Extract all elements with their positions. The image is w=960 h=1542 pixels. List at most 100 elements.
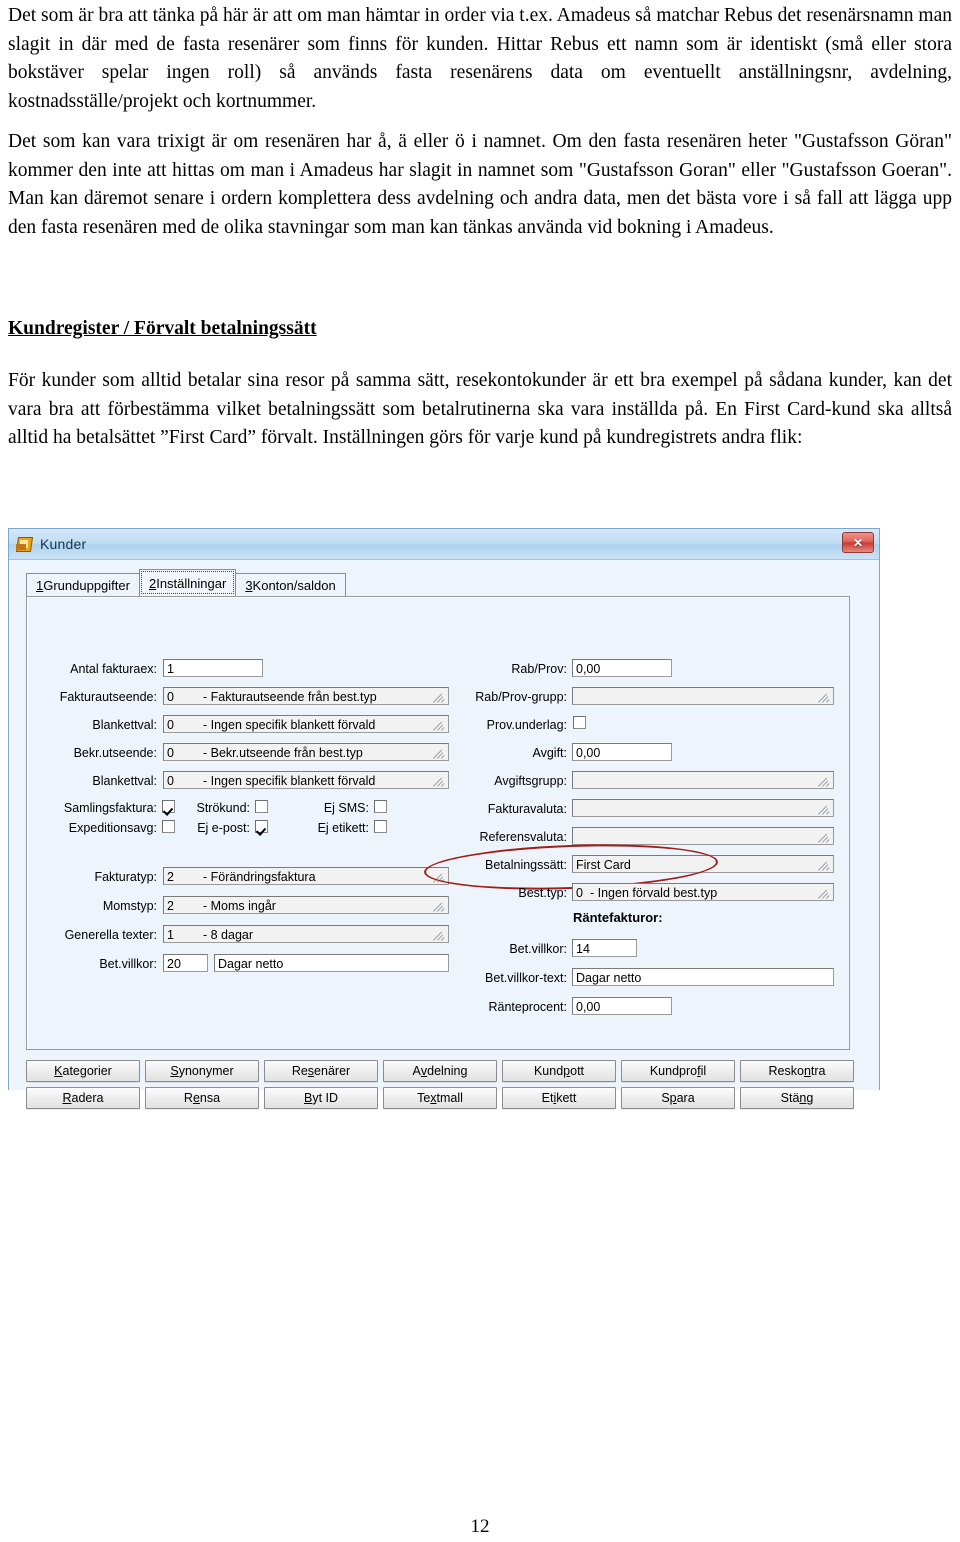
combo-text: - Ingen specifik blankett förvald bbox=[203, 718, 376, 732]
button-avdelning[interactable]: Av delning bbox=[383, 1060, 497, 1082]
button-kundprofil[interactable]: Kundpro f il bbox=[621, 1060, 735, 1082]
combo-betalningssatt[interactable]: First Card bbox=[572, 855, 834, 873]
tab-installningar[interactable]: 2 Inställningar bbox=[138, 569, 237, 596]
combo-code: 0 bbox=[576, 886, 583, 900]
dialog-body: 1 Grunduppgifter 2 Inställningar 3 Konto… bbox=[9, 560, 879, 1109]
btn-text: delning bbox=[427, 1064, 468, 1078]
application-icon bbox=[15, 535, 34, 553]
combo-momstyp[interactable]: 2 - Moms ingår bbox=[163, 896, 449, 914]
combo-bekr-utseende[interactable]: 0 - Bekr.utseende från best.typ bbox=[163, 743, 449, 761]
button-rensa[interactable]: Re nsa bbox=[145, 1087, 259, 1109]
label-strokund: Strökund: bbox=[196, 801, 250, 815]
button-resenarer[interactable]: Re s enärer bbox=[264, 1060, 378, 1082]
label-fakturavaluta: Fakturavaluta: bbox=[487, 802, 567, 816]
button-row-2: Radera Re nsa Byt ID Te x tmall Et i kett Spa… bbox=[26, 1087, 854, 1109]
combo-text: - Bekr.utseende från best.typ bbox=[203, 746, 363, 760]
dialog-title: Kunder bbox=[40, 536, 87, 552]
combo-fakturatyp[interactable]: 2 - Förändringsfaktura bbox=[163, 867, 449, 885]
label-ranta-bet-villkor-text: Bet.villkor-text: bbox=[485, 971, 567, 985]
btn-accel: e bbox=[192, 1091, 200, 1105]
combo-blankettval-2[interactable]: 0 - Ingen specifik blankett förvald bbox=[163, 771, 449, 789]
button-reskontra[interactable]: Resko n tra bbox=[740, 1060, 854, 1082]
checkbox-prov-underlag[interactable] bbox=[573, 716, 586, 729]
combo-best-typ[interactable]: 0 - Ingen förvald best.typ bbox=[572, 883, 834, 901]
combo-text: - Fakturautseende från best.typ bbox=[203, 690, 377, 704]
button-byt-id[interactable]: Byt ID bbox=[264, 1087, 378, 1109]
combo-code: 0 bbox=[167, 690, 174, 704]
input-ranta-bet-villkor[interactable]: 14 bbox=[572, 939, 637, 957]
tab-label: Grunduppgifter bbox=[43, 577, 130, 593]
checkbox-ej-epost[interactable] bbox=[255, 820, 268, 833]
checkbox-ej-etikett[interactable] bbox=[374, 820, 387, 833]
checkbox-strokund[interactable] bbox=[255, 800, 268, 813]
section-heading: Kundregister / Förvalt betalningssätt bbox=[8, 318, 317, 339]
combo-rab-prov-grupp[interactable] bbox=[572, 687, 834, 705]
combo-fakturautseende[interactable]: 0 - Fakturautseende från best.typ bbox=[163, 687, 449, 705]
btn-accel: K bbox=[54, 1064, 63, 1078]
btn-text: Et bbox=[541, 1091, 554, 1105]
combo-fakturavaluta[interactable] bbox=[572, 799, 834, 817]
checkbox-ej-sms[interactable] bbox=[374, 800, 387, 813]
label-best-typ: Best.typ: bbox=[518, 886, 567, 900]
paragraph-1: Det som är bra att tänka på här är att o… bbox=[8, 5, 952, 112]
input-bet-villkor-left[interactable]: 20 bbox=[163, 954, 208, 972]
btn-text: adera bbox=[71, 1091, 104, 1105]
button-synonymer[interactable]: Synonymer bbox=[145, 1060, 259, 1082]
label-prov-underlag: Prov.underlag: bbox=[486, 718, 567, 732]
button-kundpott[interactable]: Kund p ott bbox=[502, 1060, 616, 1082]
button-spara[interactable]: Sp ara bbox=[621, 1087, 735, 1109]
input-antal-fakturaex[interactable]: 1 bbox=[163, 659, 263, 677]
combo-text: - Ingen specifik blankett förvald bbox=[203, 774, 376, 788]
combo-blankettval-1[interactable]: 0 - Ingen specifik blankett förvald bbox=[163, 715, 449, 733]
combo-code: 0 bbox=[167, 774, 174, 788]
label-samlingsfaktura: Samlingsfaktura: bbox=[63, 801, 157, 815]
label-fakturautseende: Fakturautseende: bbox=[59, 690, 157, 704]
resize-grip-icon bbox=[433, 928, 446, 941]
tab-konton-saldon[interactable]: 3 Konton/saldon bbox=[235, 573, 346, 596]
tab-grunduppgifter[interactable]: 1 Grunduppgifter bbox=[26, 573, 140, 596]
button-stang[interactable]: Stä n g bbox=[740, 1087, 854, 1109]
button-radera[interactable]: Radera bbox=[26, 1087, 140, 1109]
btn-text: ynonymer bbox=[178, 1064, 234, 1078]
close-icon[interactable]: ✕ bbox=[842, 532, 874, 553]
page-number: 12 bbox=[470, 1516, 490, 1537]
resize-grip-icon bbox=[818, 858, 831, 871]
combo-code: 2 bbox=[167, 899, 174, 913]
input-ranteprocent[interactable]: 0,00 bbox=[572, 997, 672, 1015]
tab-label: Inställningar bbox=[156, 575, 227, 591]
label-rab-prov: Rab/Prov: bbox=[511, 662, 567, 676]
button-row-1: Kategorier Synonymer Re s enärer Av delning… bbox=[26, 1060, 854, 1082]
resize-grip-icon bbox=[818, 690, 831, 703]
button-kategorier[interactable]: Kategorier bbox=[26, 1060, 140, 1082]
input-avgift[interactable]: 0,00 bbox=[572, 743, 672, 761]
input-ranta-bet-villkor-text[interactable]: Dagar netto bbox=[572, 968, 834, 986]
combo-referensvaluta[interactable] bbox=[572, 827, 834, 845]
label-generella-texter: Generella texter: bbox=[64, 928, 157, 942]
btn-text: Resko bbox=[768, 1064, 804, 1078]
btn-text: R bbox=[183, 1091, 193, 1105]
btn-text: enärer bbox=[314, 1064, 351, 1078]
button-etikett[interactable]: Et i kett bbox=[502, 1087, 616, 1109]
btn-text: ott bbox=[570, 1064, 585, 1078]
combo-text: - Förändringsfaktura bbox=[203, 870, 316, 884]
label-expeditionsavg: Expeditionsavg: bbox=[68, 821, 157, 835]
tab-accelerator: 1 bbox=[36, 577, 44, 593]
input-rab-prov[interactable]: 0,00 bbox=[572, 659, 672, 677]
combo-text: - Ingen förvald best.typ bbox=[590, 886, 718, 900]
paragraph-2: Det som kan vara trixigt är om resenären… bbox=[8, 131, 952, 238]
combo-avgiftsgrupp[interactable] bbox=[572, 771, 834, 789]
resize-grip-icon bbox=[818, 830, 831, 843]
combo-code: 0 bbox=[167, 746, 174, 760]
combo-text: - Moms ingår bbox=[203, 899, 276, 913]
document-page: Det som är bra att tänka på här är att o… bbox=[0, 0, 960, 1542]
combo-generella-texter[interactable]: 1 - 8 dagar bbox=[163, 925, 449, 943]
resize-grip-icon bbox=[433, 899, 446, 912]
button-textmall[interactable]: Te x tmall bbox=[383, 1087, 497, 1109]
btn-accel: R bbox=[62, 1091, 72, 1105]
input-bet-villkor-text-left[interactable]: Dagar netto bbox=[214, 954, 449, 972]
tab-accelerator: 2 bbox=[148, 575, 157, 591]
label-betalningssatt: Betalningssätt: bbox=[485, 858, 567, 872]
btn-text: S bbox=[661, 1091, 670, 1105]
label-ej-etikett: Ej etikett: bbox=[317, 821, 369, 835]
label-momstyp: Momstyp: bbox=[102, 899, 157, 913]
